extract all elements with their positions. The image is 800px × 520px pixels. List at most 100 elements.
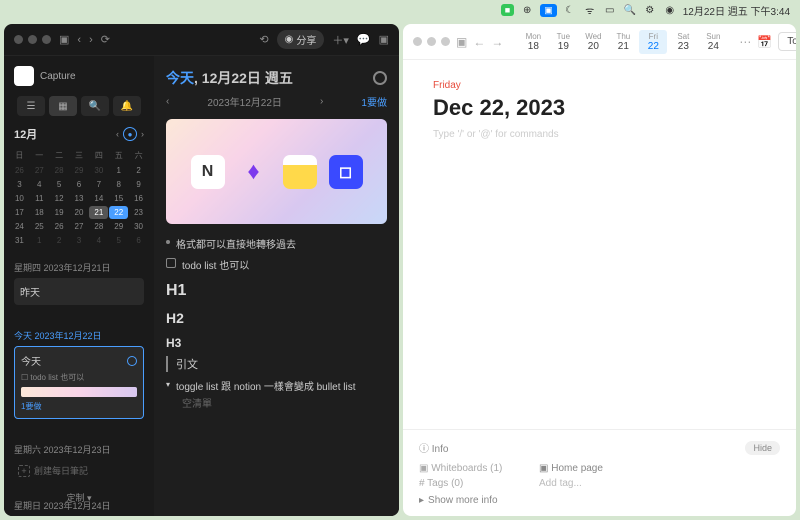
yesterday-card[interactable]: 昨天 [14,278,144,305]
calendar-day[interactable]: 18 [30,206,49,219]
menubar-datetime[interactable]: 12月22日 週五 下午3:44 [683,3,790,18]
toggle-arrow-icon[interactable]: ▾ [166,380,170,389]
calendar-day[interactable]: 2 [50,234,69,247]
calendar-day[interactable]: 5 [109,234,128,247]
search-spotlight-icon[interactable]: 🔍 [623,3,637,17]
calendar-day[interactable]: 3 [70,234,89,247]
chat-icon[interactable]: 💬 [357,33,371,46]
bullet-item[interactable]: 格式都可以直接地轉移過去 [166,236,387,251]
calendar-day[interactable]: 20 [70,206,89,219]
todo-item[interactable]: todo list 也可以 [166,257,387,272]
calendar-day[interactable]: 11 [30,192,49,205]
calendar-day[interactable]: 10 [10,192,29,205]
minimize-dot[interactable] [427,37,436,46]
calendar-day[interactable]: 4 [89,234,108,247]
weekday-sun[interactable]: Sun24 [699,30,727,54]
calendar-day[interactable]: 2 [129,164,148,177]
capture-header[interactable]: Capture [10,62,148,90]
show-more-button[interactable]: ▸ Show more info [419,495,780,506]
calendar-day[interactable]: 26 [50,220,69,233]
heading-3[interactable]: H3 [166,336,387,350]
editor-placeholder[interactable]: Type '/' or '@' for commands [433,129,766,140]
calendar-icon[interactable]: 📅 [757,35,772,49]
month-next-icon[interactable]: › [141,129,144,139]
tab-list-icon[interactable]: ☰ [17,96,45,116]
forward-icon[interactable]: → [491,35,503,49]
toggle-child[interactable]: 空清單 [182,395,387,410]
battery-icon[interactable]: ▭ [603,3,617,17]
calendar-day[interactable]: 29 [70,164,89,177]
close-dot[interactable] [413,37,422,46]
back-icon[interactable]: ‹ [77,34,81,46]
refresh-icon[interactable]: ⟳ [101,33,110,46]
calendar-day[interactable]: 24 [10,220,29,233]
weekday-wed[interactable]: Wed20 [579,30,607,54]
tab-calendar-icon[interactable]: ▦ [49,96,77,116]
create-saturday[interactable]: +創建每日筆記 [14,460,144,481]
calendar-day[interactable]: 28 [50,164,69,177]
sync-icon[interactable]: ⟲ [259,33,268,46]
close-dot[interactable] [14,35,23,44]
calendar-day[interactable]: 8 [109,178,128,191]
calendar-day[interactable]: 30 [89,164,108,177]
toggle-item[interactable]: ▾toggle list 跟 notion 一樣會變成 bullet list [166,378,387,393]
sidebar-icon[interactable]: ▣ [456,35,467,49]
checkbox-icon[interactable] [166,258,176,268]
calendar-day[interactable]: 4 [30,178,49,191]
heading-1[interactable]: H1 [166,282,387,300]
calendar-day[interactable]: 14 [89,192,108,205]
calendar-day[interactable]: 27 [70,220,89,233]
weekday-fri[interactable]: Fri22 [639,30,667,54]
today-card[interactable]: 今天 ☐ todo list 也可以 1要做 [14,346,144,419]
back-icon[interactable]: ← [473,35,485,49]
journal-body[interactable]: Friday Dec 22, 2023 Type '/' or '@' for … [403,60,796,429]
calendar-day[interactable]: 29 [109,220,128,233]
calendar-day[interactable]: 5 [50,178,69,191]
forward-icon[interactable]: › [89,34,93,46]
calendar-day[interactable]: 23 [129,206,148,219]
todo-count[interactable]: 1要做 [361,94,387,109]
tags-value[interactable]: Add tag... [539,478,582,489]
calendar-day[interactable]: 16 [129,192,148,205]
calendar-day[interactable]: 21 [89,206,108,219]
calendar-day[interactable]: 9 [129,178,148,191]
maximize-dot[interactable] [42,35,51,44]
nav-prev-icon[interactable]: ‹ [166,96,169,107]
calendar-day[interactable]: 12 [50,192,69,205]
calendar-day[interactable]: 6 [70,178,89,191]
nav-next-icon[interactable]: › [320,96,323,107]
hide-button[interactable]: Hide [745,441,780,455]
add-icon[interactable]: ＋▾ [332,32,349,48]
minimize-dot[interactable] [28,35,37,44]
month-prev-icon[interactable]: ‹ [116,129,119,139]
calendar-day[interactable]: 26 [10,164,29,177]
calendar-day[interactable]: 22 [109,206,128,219]
moon-icon[interactable]: ☾ [563,3,577,17]
calendar-day[interactable]: 1 [109,164,128,177]
quote-block[interactable]: 引文 [166,356,387,372]
weekday-tue[interactable]: Tue19 [549,30,577,54]
more-icon[interactable]: ⋯ [739,35,751,49]
month-today-icon[interactable]: ● [123,127,137,141]
calendar-day[interactable]: 15 [109,192,128,205]
calendar-day[interactable]: 13 [70,192,89,205]
calendar-day[interactable]: 3 [10,178,29,191]
status-ring-icon[interactable] [373,71,387,85]
calendar-day[interactable]: 1 [30,234,49,247]
today-button[interactable]: Today [778,32,796,51]
weekday-sat[interactable]: Sat23 [669,30,697,54]
calendar-day[interactable]: 28 [89,220,108,233]
calendar-day[interactable]: 6 [129,234,148,247]
sidebar-toggle-icon[interactable]: ▣ [59,33,69,46]
stage-icon[interactable]: ▣ [540,4,557,17]
customize-button[interactable]: 定制 ▾ [10,485,148,510]
tab-search-icon[interactable]: 🔍 [81,96,109,116]
weekday-mon[interactable]: Mon18 [519,30,547,54]
calendar-day[interactable]: 17 [10,206,29,219]
calendar-day[interactable]: 19 [50,206,69,219]
calendar-day[interactable]: 7 [89,178,108,191]
panel-icon[interactable]: ▣ [379,33,389,46]
maximize-dot[interactable] [441,37,450,46]
user-icon[interactable]: ◉ [663,3,677,17]
weekday-thu[interactable]: Thu21 [609,30,637,54]
